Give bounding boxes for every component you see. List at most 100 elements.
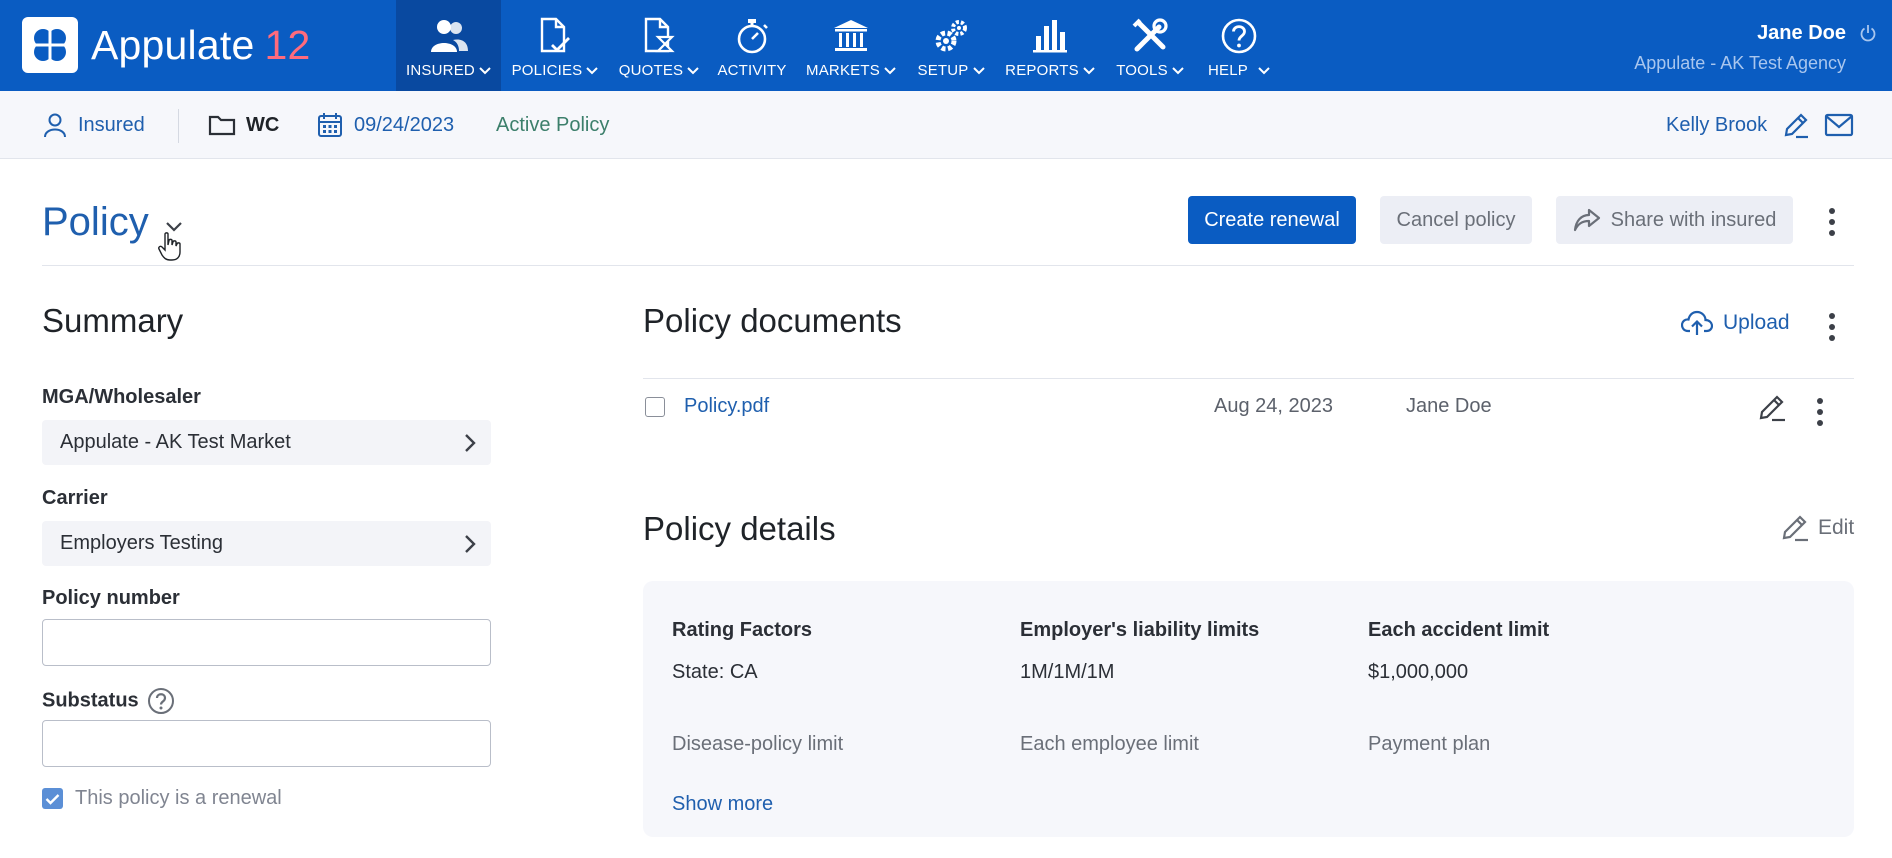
substatus-input[interactable] (42, 720, 491, 767)
nav-activity-label: ACTIVITY (717, 62, 787, 79)
chevron-down-icon (479, 66, 491, 74)
policy-date-link[interactable]: 09/24/2023 (316, 91, 454, 159)
edit-document-button[interactable] (1757, 393, 1787, 428)
calendar-icon (318, 113, 342, 137)
question-circle-icon[interactable] (147, 687, 175, 715)
document-more-menu[interactable] (1808, 398, 1832, 426)
hand-pointer-icon (158, 232, 182, 267)
gears-icon (932, 16, 970, 56)
nav-reports-label: REPORTS (1005, 62, 1079, 79)
nav-activity[interactable]: ACTIVITY (716, 0, 788, 91)
mga-select[interactable]: Appulate - AK Test Market (42, 420, 491, 465)
kebab-dot (1829, 335, 1835, 341)
nav-markets[interactable]: MARKETS (804, 0, 898, 91)
divider (178, 109, 179, 143)
share-arrow-icon (1573, 208, 1600, 232)
upload-button[interactable]: Upload (1681, 309, 1790, 337)
line-code: WC (246, 113, 280, 136)
liability-limits-value: 1M/1M/1M (1020, 661, 1115, 683)
nav-policies-label: POLICIES (511, 62, 583, 79)
renewal-checkbox-row[interactable]: This policy is a renewal (42, 787, 282, 810)
check-icon (45, 793, 60, 805)
kebab-dot (1829, 230, 1835, 236)
policy-more-menu[interactable] (1820, 208, 1844, 236)
kebab-dot (1829, 219, 1835, 225)
chevron-right-icon (465, 535, 476, 553)
edit-agent-button[interactable] (1782, 91, 1810, 159)
renewal-checkbox[interactable] (42, 788, 63, 809)
accident-limit-value: $1,000,000 (1368, 661, 1469, 683)
nav-insured[interactable]: INSURED (396, 0, 501, 91)
power-icon[interactable] (1860, 24, 1876, 47)
each-employee-limit-label: Each employee limit (1020, 733, 1199, 755)
bank-icon (832, 16, 870, 56)
insured-label: Insured (78, 113, 145, 136)
chevron-down-icon (687, 66, 699, 74)
create-renewal-button[interactable]: Create renewal (1188, 196, 1356, 244)
nav-policies[interactable]: POLICIES (509, 0, 601, 91)
nav-tools[interactable]: TOOLS (1112, 0, 1188, 91)
rating-factors-label: Rating Factors (672, 619, 813, 641)
agent-link[interactable]: Kelly Brook (1666, 91, 1767, 159)
nav-quotes[interactable]: QUOTES (616, 0, 702, 91)
share-with-insured-button[interactable]: Share with insured (1556, 196, 1793, 244)
nav-markets-label: MARKETS (806, 62, 880, 79)
app-name: Appulate 12 (91, 17, 310, 73)
app-logo[interactable]: Appulate 12 (22, 17, 310, 73)
chevron-down-icon (586, 66, 599, 74)
carrier-label: Carrier (42, 487, 108, 509)
mga-label: MGA/Wholesaler (42, 386, 201, 408)
document-checkbox[interactable] (645, 397, 665, 417)
folder-icon (208, 115, 236, 136)
cloud-upload-icon (1681, 310, 1713, 335)
nav-tools-label: TOOLS (1116, 62, 1168, 79)
kebab-dot (1829, 208, 1835, 214)
details-card: Rating Factors State: CA Employer's liab… (643, 581, 1854, 837)
bar-chart-icon (1032, 16, 1068, 56)
liability-limits-label: Employer's liability limits (1020, 619, 1260, 641)
document-owner: Jane Doe (1406, 395, 1492, 417)
policy-number-input[interactable] (42, 619, 491, 666)
top-navigation: Appulate 12 INSURED POLICIES QUOTES ACTIV… (0, 0, 1892, 91)
payment-plan-label: Payment plan (1368, 733, 1491, 755)
kebab-dot (1829, 313, 1835, 319)
cancel-policy-button[interactable]: Cancel policy (1380, 196, 1532, 244)
summary-title: Summary (42, 302, 184, 339)
disease-policy-limit-label: Disease-policy limit (672, 733, 844, 755)
mga-value: Appulate - AK Test Market (60, 431, 291, 453)
document-date: Aug 24, 2023 (1214, 395, 1333, 417)
substatus-label-row: Substatus (42, 687, 175, 715)
nav-setup-label: SETUP (917, 62, 969, 79)
clover-logo-icon (22, 17, 78, 73)
insured-link[interactable]: Insured (42, 91, 145, 159)
nav-reports[interactable]: REPORTS (1003, 0, 1097, 91)
users-icon (429, 16, 469, 56)
carrier-select[interactable]: Employers Testing (42, 521, 491, 566)
stopwatch-icon (734, 16, 770, 56)
user-agency: Appulate - AK Test Agency (1634, 53, 1846, 73)
app-name-text: Appulate (91, 22, 255, 68)
document-name-link[interactable]: Policy.pdf (684, 395, 769, 418)
kebab-dot (1817, 409, 1823, 415)
details-title: Policy details (643, 510, 836, 547)
documents-title: Policy documents (643, 302, 902, 339)
help-circle-icon (1220, 16, 1258, 56)
chevron-down-icon (1083, 66, 1095, 74)
app-version: 12 (264, 22, 311, 68)
email-agent-button[interactable] (1824, 91, 1854, 159)
renewal-label: This policy is a renewal (75, 787, 282, 809)
documents-more-menu[interactable] (1820, 313, 1844, 341)
upload-label: Upload (1723, 311, 1790, 334)
rating-factors-value: State: CA (672, 661, 758, 683)
document-row: Policy.pdf Aug 24, 2023 Jane Doe (643, 378, 1854, 438)
accident-limit-label: Each accident limit (1368, 619, 1550, 641)
show-more-link[interactable]: Show more (672, 793, 773, 816)
share-label: Share with insured (1610, 208, 1777, 231)
envelope-icon (1824, 113, 1854, 137)
edit-details-button[interactable]: Edit (1780, 513, 1854, 543)
user-menu[interactable]: Jane Doe Appulate - AK Test Agency (1634, 22, 1846, 74)
chevron-right-icon (465, 434, 476, 452)
nav-setup[interactable]: SETUP (913, 0, 989, 91)
nav-help[interactable]: HELP (1204, 0, 1274, 91)
line-of-business: WC (208, 91, 279, 159)
